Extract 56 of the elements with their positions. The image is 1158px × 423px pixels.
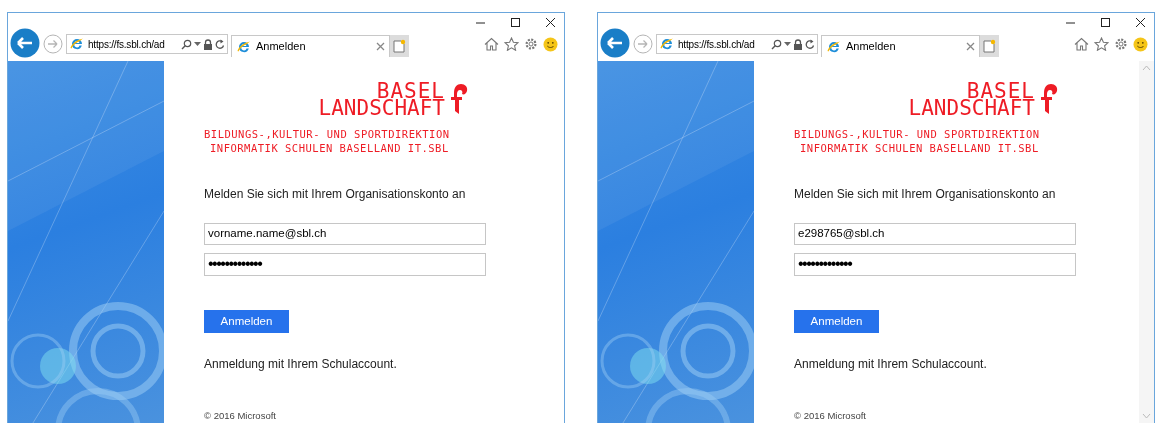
note-text: Anmeldung mit Ihrem Schulaccount. — [794, 355, 988, 373]
copyright-text: © 2016 Microsoft — [794, 408, 867, 423]
new-tab-icon — [393, 39, 406, 53]
logo-text: BASEL — [376, 83, 445, 100]
sign-in-prompt: Melden Sie sich mit Ihrem Organisationskonto an — [204, 186, 467, 203]
new-tab-icon — [983, 39, 996, 53]
smiley-icon[interactable] — [1133, 36, 1148, 52]
close-icon[interactable] — [545, 16, 556, 28]
star-icon[interactable] — [504, 37, 519, 51]
logo-text: BASEL — [966, 83, 1035, 100]
address-text: https://fs.sbl.ch/ad — [88, 37, 165, 52]
copyright-text: © 2016 Microsoft — [204, 408, 277, 423]
sign-in-button[interactable]: Anmelden — [204, 309, 289, 333]
browser-logo-icon — [69, 36, 85, 52]
maximize-icon[interactable] — [1100, 16, 1111, 28]
password-field[interactable]: ••••••••••••• — [794, 252, 1076, 276]
browser-tab[interactable]: Anmelden — [231, 35, 390, 57]
star-icon[interactable] — [1094, 37, 1109, 51]
new-tab-button[interactable] — [390, 35, 409, 57]
settings-icon[interactable] — [524, 37, 538, 51]
back-icon[interactable] — [600, 28, 630, 58]
department-text: INFORMATIK SCHULEN BASELLAND IT.SBL — [209, 141, 450, 155]
home-icon[interactable] — [484, 37, 499, 51]
sign-in-button[interactable]: Anmelden — [794, 309, 879, 333]
username-field[interactable]: e298765@sbl.ch — [794, 223, 1076, 245]
refresh-icon[interactable] — [215, 38, 225, 50]
password-field[interactable]: ••••••••••••• — [204, 252, 486, 276]
home-icon[interactable] — [1074, 37, 1089, 51]
browser-logo-icon — [659, 36, 675, 52]
settings-icon[interactable] — [1114, 37, 1128, 51]
close-icon[interactable] — [1135, 16, 1146, 28]
sign-in-prompt: Melden Sie sich mit Ihrem Organisationskonto an — [794, 186, 1057, 203]
address-text: https://fs.sbl.ch/ad — [678, 37, 755, 52]
maximize-icon[interactable] — [510, 16, 521, 28]
department-text: BILDUNGS-,KULTUR- UND SPORTDIREKTION — [204, 127, 451, 141]
logo-text: LANDSCHAFT — [908, 100, 1035, 117]
username-field[interactable]: vorname.name@sbl.ch — [204, 223, 486, 245]
refresh-icon[interactable] — [805, 38, 815, 50]
new-tab-button[interactable] — [980, 35, 999, 57]
close-tab-icon[interactable] — [966, 42, 975, 51]
search-icon[interactable] — [771, 38, 782, 50]
logo-text: LANDSCHAFT — [318, 100, 445, 117]
search-icon[interactable] — [181, 38, 192, 50]
address-bar[interactable]: https://fs.sbl.ch/ad — [66, 34, 228, 54]
address-bar[interactable]: https://fs.sbl.ch/ad — [656, 34, 818, 54]
back-icon[interactable] — [10, 28, 40, 58]
lock-icon[interactable] — [203, 38, 213, 50]
note-text: Anmeldung mit Ihrem Schulaccount. — [204, 355, 398, 373]
caret-icon[interactable] — [194, 41, 201, 47]
close-tab-icon[interactable] — [376, 42, 385, 51]
lock-icon[interactable] — [793, 38, 803, 50]
caret-icon[interactable] — [784, 41, 791, 47]
browser-tab[interactable]: Anmelden — [821, 35, 980, 57]
department-text: INFORMATIK SCHULEN BASELLAND IT.SBL — [799, 141, 1040, 155]
smiley-icon[interactable] — [543, 36, 558, 52]
department-text: BILDUNGS-,KULTUR- UND SPORTDIREKTION — [794, 127, 1041, 141]
